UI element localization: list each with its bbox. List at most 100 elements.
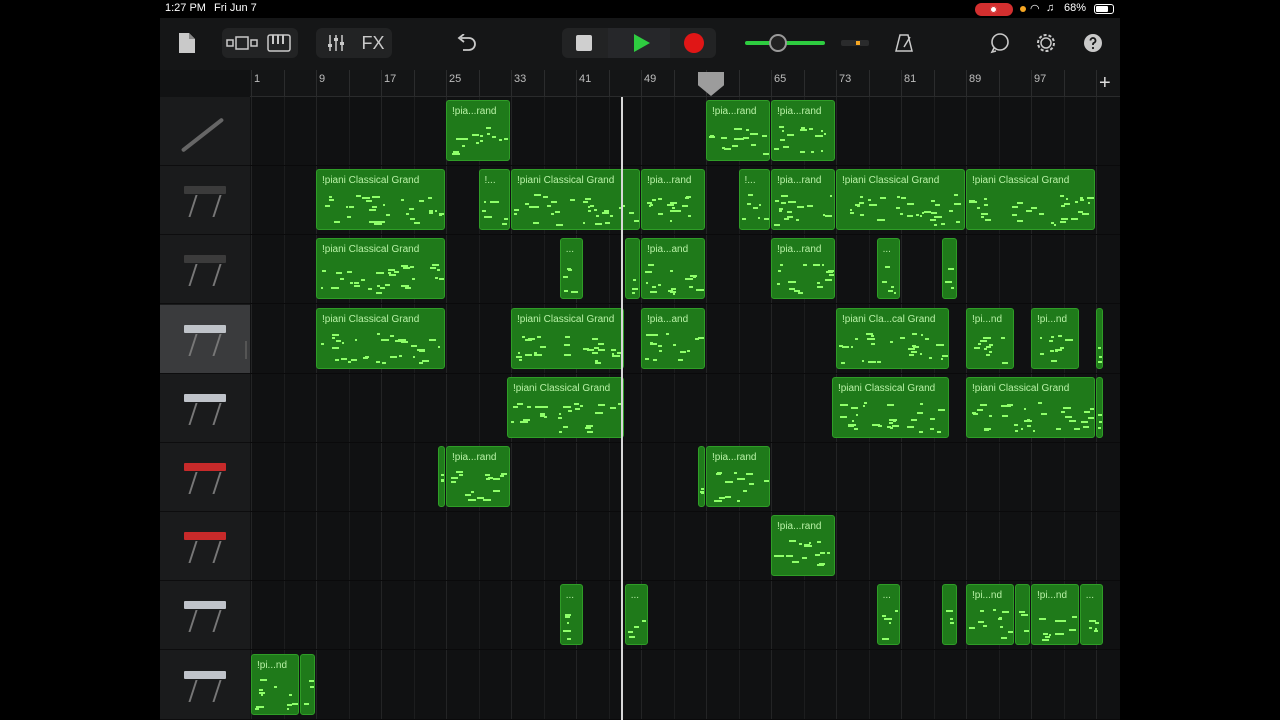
track-header[interactable] [160,166,250,236]
midi-region[interactable]: !pia...rand [771,238,835,300]
midi-region[interactable]: !piani Classical Grand [316,238,445,300]
region-title: ... [882,244,891,256]
midi-notes-preview [449,119,508,158]
midi-region[interactable]: !pi...nd [1031,584,1079,646]
help-button[interactable] [1080,30,1106,56]
transport-controls [562,28,716,58]
midi-region[interactable]: !pia...and [641,307,705,369]
record-button[interactable] [684,33,704,53]
midi-region[interactable]: !piani Cla...cal Grand [836,307,949,369]
screen-recording-icon [975,3,1013,16]
midi-notes-preview [319,327,442,366]
ruler-tick [413,70,415,96]
track-header[interactable] [160,97,250,166]
midi-notes-preview [945,603,955,642]
midi-region[interactable]: ... [559,238,584,300]
volume-slider-knob[interactable] [769,34,787,52]
midi-region[interactable]: !piani Classical Grand [966,376,1095,438]
ruler-bar-number: 9 [319,73,326,85]
midi-region[interactable] [624,238,640,300]
add-section-button[interactable]: + [1099,71,1111,95]
track-header[interactable] [160,651,250,720]
midi-region[interactable]: !pia...rand [771,169,835,231]
tracks-view-icon [226,36,258,50]
midi-region[interactable]: ... [876,584,900,646]
midi-region[interactable]: !piani Classical Grand [316,169,445,231]
track-header[interactable] [160,374,250,443]
midi-region[interactable]: !pia...rand [771,515,835,577]
midi-region[interactable] [941,238,957,300]
midi-region[interactable]: !piani Classical Grand [511,307,624,369]
track-header[interactable] [160,581,250,651]
midi-region[interactable]: !pi...nd [966,307,1014,369]
loop-browser-button[interactable] [986,30,1014,56]
stop-button[interactable] [576,35,592,51]
region-title: !pi...nd [1037,313,1068,325]
midi-region[interactable]: !pia...rand [706,100,770,161]
midi-region[interactable] [299,653,315,715]
midi-region[interactable] [941,584,957,646]
wifi-icon: ◠ [1030,3,1040,15]
toolbar: FX [160,18,1120,70]
midi-region[interactable]: !pia...rand [446,100,510,161]
timeline-ruler[interactable]: 191725334149576573818997 + [250,70,1120,97]
ruler-tick [511,70,512,96]
metronome-button[interactable] [890,30,918,56]
midi-region[interactable]: !pia...rand [771,100,835,161]
ruler-tick [543,70,545,96]
midi-region[interactable]: ... [1079,584,1104,646]
track-header[interactable] [160,443,250,512]
ruler-bar-number: 65 [774,73,787,85]
midi-notes-preview [700,465,704,504]
midi-region[interactable]: ... [559,584,584,646]
midi-region[interactable]: ... [624,584,649,646]
midi-region[interactable]: !piani Classical Grand [506,376,624,438]
track-header[interactable] [160,235,250,305]
garageband-app: FX 19172533414957657381899 [160,18,1120,720]
keyboard-view-button[interactable] [262,30,296,56]
region-title: ... [1085,590,1095,602]
midi-notes-preview [1098,327,1103,366]
settings-button[interactable] [1032,30,1060,56]
midi-region[interactable]: !pia...rand [706,446,770,507]
midi-region[interactable] [1014,584,1030,646]
mixer-button[interactable] [320,30,352,56]
midi-region[interactable]: !piani Classical Grand [831,376,949,438]
midi-region[interactable]: !piani Classical Grand [836,169,965,231]
midi-region[interactable] [437,446,445,507]
ruler-bar-number: 41 [579,73,592,85]
midi-region[interactable]: !pi...nd [251,653,299,715]
playhead-handle[interactable] [698,72,724,96]
midi-region[interactable]: ... [876,238,900,300]
oboe-icon [180,115,228,153]
help-icon [1084,34,1102,52]
midi-region[interactable]: !piani Classical Grand [966,169,1095,231]
browser-view-button[interactable] [224,30,260,56]
midi-region[interactable]: !pi...nd [1031,307,1079,369]
gear-icon [1037,34,1055,52]
midi-notes-preview [510,396,623,435]
ruler-tick [803,70,805,96]
header-resize-handle[interactable] [245,341,247,359]
keyboard-icon [182,184,228,220]
midi-region[interactable] [1096,307,1104,369]
midi-region[interactable]: !pi...nd [966,584,1014,646]
region-title: !pia...rand [647,175,692,187]
undo-button[interactable] [452,30,480,56]
midi-region[interactable]: !... [738,169,770,231]
battery-percent: 68% [1064,2,1087,14]
midi-region[interactable] [1096,376,1104,438]
midi-region[interactable]: !piani Classical Grand [316,307,445,369]
keyboard-icon [182,461,228,497]
track-header[interactable] [160,304,250,374]
midi-region[interactable]: !pia...rand [641,169,705,231]
ruler-tick [316,70,317,96]
region-title: ... [565,590,575,602]
my-songs-button[interactable] [176,30,198,56]
midi-region[interactable]: !... [478,169,510,231]
midi-region[interactable]: !pia...and [641,238,705,300]
track-header[interactable] [160,512,250,582]
midi-region[interactable] [697,446,705,507]
midi-region[interactable]: !pia...rand [446,446,510,507]
fx-button[interactable]: FX [356,30,390,56]
